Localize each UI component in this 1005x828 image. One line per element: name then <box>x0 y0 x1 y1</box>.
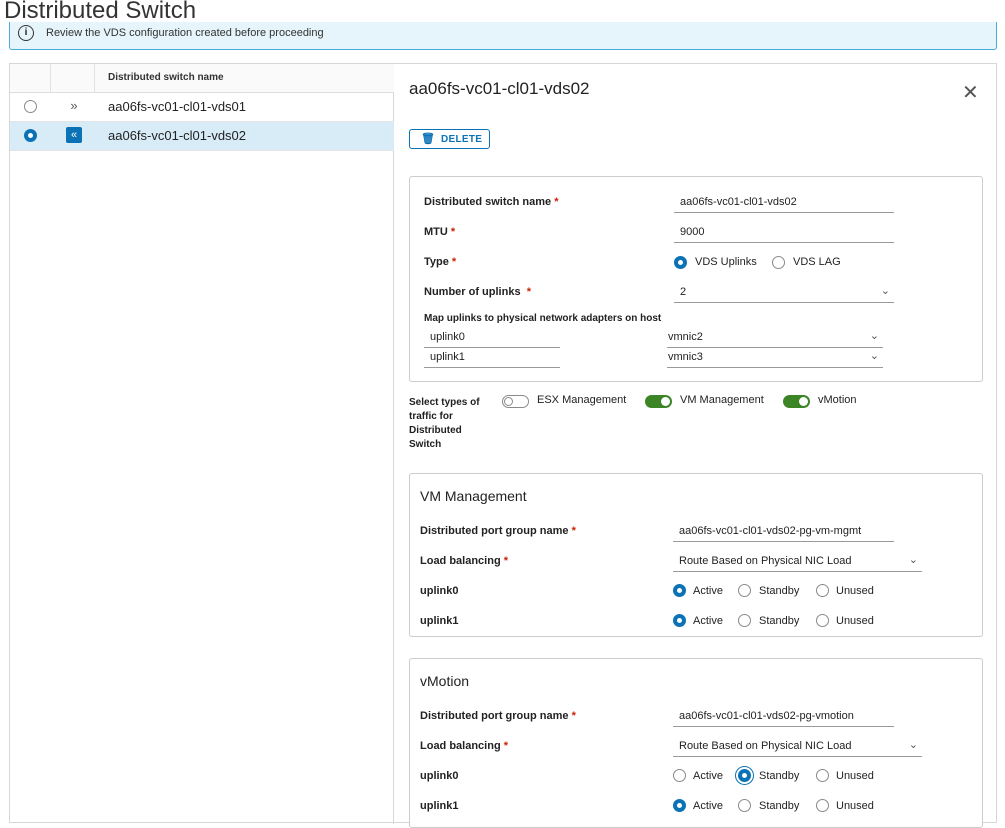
active-label: Active <box>693 800 723 812</box>
active-label: Active <box>693 770 723 782</box>
uplink1-field: uplink1 <box>424 348 560 368</box>
vmotion-uplink0-active-radio[interactable] <box>673 769 686 782</box>
column-separator <box>94 64 95 92</box>
vmotion-card: vMotion Distributed port group name * aa… <box>409 658 983 828</box>
mtu-input[interactable]: 9000 <box>674 223 894 243</box>
vmotion-lb-label: Load balancing * <box>420 740 509 752</box>
vmotion-pg-input[interactable]: aa06fs-vc01-cl01-vds02-pg-vmotion <box>673 707 894 727</box>
vm-pg-label: Distributed port group name * <box>420 525 576 537</box>
delete-button-label: DELETE <box>441 134 483 145</box>
uplink1-nic-select[interactable]: vmnic3 ⌄ <box>667 348 883 368</box>
name-label: Distributed switch name * <box>424 196 559 208</box>
vmotion-uplink1-label: uplink1 <box>420 800 459 812</box>
unused-label: Unused <box>836 585 874 597</box>
close-icon[interactable]: ✕ <box>962 83 979 103</box>
type-label: Type * <box>424 256 457 268</box>
standby-label: Standby <box>759 800 800 812</box>
standby-label: Standby <box>759 770 800 782</box>
vm-management-label: VM Management <box>680 394 764 406</box>
grid-row-vds02[interactable]: « aa06fs-vc01-cl01-vds02 <box>10 122 394 151</box>
vmotion-title: vMotion <box>420 673 470 689</box>
row-switch-name: aa06fs-vc01-cl01-vds01 <box>108 99 247 114</box>
delete-button[interactable]: 🗑 DELETE <box>409 129 490 149</box>
vm-uplink0-standby-radio[interactable] <box>738 584 751 597</box>
switch-list-pane <box>10 64 394 824</box>
column-separator <box>50 64 51 92</box>
uplink0-nic-select[interactable]: vmnic2 ⌄ <box>667 328 883 348</box>
type-vds-lag-label: VDS LAG <box>793 256 841 268</box>
vmotion-uplink0-standby-radio[interactable] <box>738 769 751 782</box>
expand-icon[interactable]: » <box>66 98 82 114</box>
uplinks-count-label: Number of uplinks * <box>424 286 531 298</box>
vm-lb-label: Load balancing * <box>420 555 509 567</box>
switch-name-input[interactable]: aa06fs-vc01-cl01-vds02 <box>674 193 894 213</box>
vmotion-pg-label: Distributed port group name * <box>420 710 576 722</box>
vmotion-toggle[interactable] <box>783 395 810 408</box>
row-select-radio[interactable] <box>24 129 37 142</box>
vm-management-toggle[interactable] <box>645 395 672 408</box>
vmotion-uplink0-label: uplink0 <box>420 770 459 782</box>
chevron-down-icon: ⌄ <box>880 285 890 297</box>
vm-uplink1-unused-radio[interactable] <box>816 614 829 627</box>
vm-uplink0-label: uplink0 <box>420 585 459 597</box>
active-label: Active <box>693 615 723 627</box>
unused-label: Unused <box>836 770 874 782</box>
row-select-radio[interactable] <box>24 100 37 113</box>
active-label: Active <box>693 585 723 597</box>
grid-row-vds01[interactable]: » aa06fs-vc01-cl01-vds01 <box>10 93 394 122</box>
esx-management-label: ESX Management <box>537 394 627 406</box>
uplink0-field: uplink0 <box>424 328 560 348</box>
vm-management-card: VM Management Distributed port group nam… <box>409 473 983 637</box>
standby-label: Standby <box>759 585 800 597</box>
vmotion-uplink1-standby-radio[interactable] <box>738 799 751 812</box>
row-switch-name: aa06fs-vc01-cl01-vds02 <box>108 128 247 143</box>
standby-label: Standby <box>759 615 800 627</box>
alert-text: Review the VDS configuration created bef… <box>46 27 324 39</box>
column-header-name[interactable]: Distributed switch name <box>108 72 224 83</box>
chevron-down-icon: ⌄ <box>869 330 879 342</box>
unused-label: Unused <box>836 800 874 812</box>
info-icon: i <box>18 25 34 41</box>
vm-uplink1-standby-radio[interactable] <box>738 614 751 627</box>
vmotion-lb-select[interactable]: Route Based on Physical NIC Load ⌄ <box>673 737 922 757</box>
vmotion-label: vMotion <box>818 394 857 406</box>
type-vds-uplinks-label: VDS Uplinks <box>695 256 757 268</box>
vmotion-uplink1-active-radio[interactable] <box>673 799 686 812</box>
chevron-down-icon: ⌄ <box>869 350 879 362</box>
trash-icon: 🗑 <box>421 133 435 145</box>
chevron-down-icon: ⌄ <box>908 739 918 751</box>
grid-header: Distributed switch name <box>10 64 394 93</box>
collapse-icon[interactable]: « <box>66 127 82 143</box>
uplinks-count-select[interactable]: 2 ⌄ <box>674 283 894 303</box>
esx-management-toggle[interactable] <box>502 395 529 408</box>
vm-pg-input[interactable]: aa06fs-vc01-cl01-vds02-pg-vm-mgmt <box>673 522 894 542</box>
vm-uplink1-label: uplink1 <box>420 615 459 627</box>
vm-uplink0-unused-radio[interactable] <box>816 584 829 597</box>
vm-uplink0-active-radio[interactable] <box>673 584 686 597</box>
mtu-label: MTU * <box>424 226 456 238</box>
switch-config-card: Distributed switch name * aa06fs-vc01-cl… <box>409 176 983 382</box>
traffic-types-label: Select types of traffic for Distributed … <box>409 397 480 450</box>
vmotion-uplink0-unused-radio[interactable] <box>816 769 829 782</box>
vm-management-title: VM Management <box>420 488 527 504</box>
type-vds-uplinks-radio[interactable] <box>674 256 687 269</box>
info-alert: i Review the VDS configuration created b… <box>9 22 997 50</box>
vm-uplink1-active-radio[interactable] <box>673 614 686 627</box>
type-vds-lag-radio[interactable] <box>772 256 785 269</box>
unused-label: Unused <box>836 615 874 627</box>
chevron-down-icon: ⌄ <box>908 554 918 566</box>
map-uplinks-label: Map uplinks to physical network adapters… <box>424 313 662 324</box>
detail-title: aa06fs-vc01-cl01-vds02 <box>409 79 590 98</box>
vmotion-uplink1-unused-radio[interactable] <box>816 799 829 812</box>
vm-lb-select[interactable]: Route Based on Physical NIC Load ⌄ <box>673 552 922 572</box>
